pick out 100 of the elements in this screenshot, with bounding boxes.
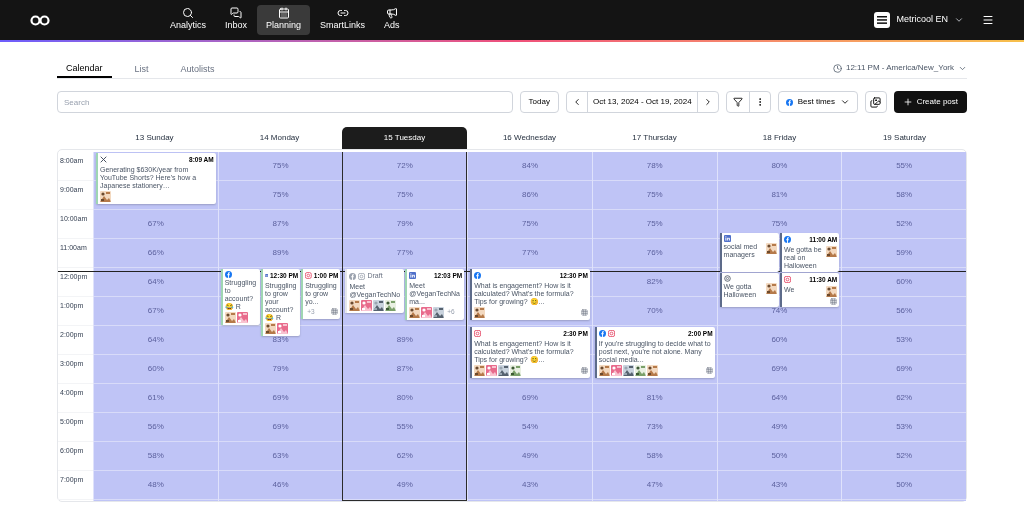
best-time-score: 81% (771, 189, 788, 201)
best-time-score: 69% (896, 363, 913, 375)
day-header[interactable]: 14 Monday (217, 127, 342, 149)
best-time-score: 82% (646, 276, 663, 288)
nav-item[interactable]: Analytics (161, 5, 215, 35)
best-time-score: 87% (396, 363, 413, 375)
facebook-icon (224, 271, 232, 278)
best-time-score: 49% (771, 421, 788, 433)
instagram-icon (783, 276, 791, 284)
nav-item[interactable]: Inbox (216, 5, 257, 35)
best-time-score: 49% (396, 479, 413, 491)
best-time-score: 75% (522, 218, 538, 230)
best-time-score: 54% (522, 421, 538, 433)
search-field[interactable]: Search (57, 91, 513, 113)
best-times-dropdown[interactable]: Best times (777, 91, 858, 113)
facebook-icon (783, 236, 791, 244)
infinity-logo-icon (30, 14, 50, 26)
linkedin-icon (264, 272, 268, 280)
magnifier-icon (182, 7, 194, 20)
best-time-score: 75% (646, 189, 663, 201)
linkedin-icon (723, 235, 731, 242)
best-time-score: 78% (646, 160, 663, 172)
best-time-score: 56% (896, 305, 913, 317)
day-header[interactable]: 15 Tuesday (342, 127, 467, 149)
today-button[interactable]: Today (519, 91, 559, 113)
date-range: Oct 13, 2024 - Oct 19, 2024 (591, 96, 693, 108)
best-time-score: 64% (147, 276, 164, 288)
day-header[interactable]: 18 Friday (717, 127, 842, 149)
best-time-score: 69% (272, 392, 289, 404)
chevron-down-icon (840, 97, 850, 107)
best-time-score: 77% (396, 247, 413, 259)
best-time-score: 83% (272, 334, 289, 346)
best-time-score: 49% (522, 450, 538, 462)
linkedin-icon (409, 272, 417, 280)
facebook-icon (785, 98, 793, 106)
best-time-score: 48% (147, 479, 164, 491)
best-time-score: 59% (896, 247, 913, 259)
best-time-score: 52% (896, 450, 913, 462)
best-time-score: 74% (771, 305, 788, 317)
best-time-score: 47% (646, 479, 663, 491)
best-time-score: 63% (272, 450, 289, 462)
best-time-score: 87% (272, 218, 289, 230)
best-time-score: 69% (522, 392, 538, 404)
best-time-score: 43% (522, 479, 538, 491)
best-time-score: 67% (147, 218, 164, 230)
menu-icon[interactable] (982, 14, 994, 26)
account-switcher[interactable]: Metricool EN (874, 12, 964, 28)
facebook-icon (598, 330, 606, 338)
media-gallery-button[interactable] (865, 91, 887, 113)
best-time-score: 55% (896, 160, 913, 172)
nav-item[interactable]: Planning (257, 5, 311, 35)
best-time-score: 53% (896, 421, 913, 433)
timezone-selector[interactable]: 12:11 PM - America/New_York (832, 62, 967, 74)
best-time-score: 86% (522, 189, 538, 201)
best-time-score: 60% (896, 276, 913, 288)
best-time-score: 64% (147, 334, 164, 346)
best-time-score: 60% (147, 363, 164, 375)
threads-icon (723, 274, 731, 282)
calendar-icon (277, 7, 290, 20)
view-tab[interactable]: List (125, 61, 158, 78)
chat-bubbles-icon (230, 7, 243, 20)
best-time-score: 84% (522, 160, 538, 172)
best-time-score: 55% (396, 421, 413, 433)
best-time-score: 75% (272, 160, 289, 172)
nav-item[interactable]: SmartLinks (311, 5, 375, 35)
view-tab[interactable]: Autolists (171, 61, 224, 78)
best-time-score: 75% (646, 218, 663, 230)
best-time-score: 72% (396, 160, 413, 172)
instagram-icon (474, 330, 482, 338)
x-icon (100, 156, 107, 164)
best-time-score: 53% (896, 334, 913, 346)
best-time-score: 50% (896, 479, 913, 491)
best-time-score: 56% (147, 421, 164, 433)
best-time-score: 69% (771, 363, 788, 375)
best-time-score: 75% (771, 218, 788, 230)
best-time-score: 58% (896, 189, 913, 201)
best-time-score: 75% (396, 189, 413, 201)
megaphone-icon (385, 7, 398, 20)
best-time-score: 89% (396, 334, 413, 346)
best-time-score: 50% (771, 450, 788, 462)
account-logo-icon (874, 12, 891, 28)
day-header[interactable]: 17 Thursday (592, 127, 717, 149)
best-time-score: 81% (646, 392, 663, 404)
chevron-down-icon (954, 15, 964, 25)
best-time-score: 79% (272, 363, 289, 375)
clock-icon (832, 63, 842, 73)
view-tab[interactable]: Calendar (57, 61, 112, 78)
images-icon (870, 96, 882, 108)
instagram-icon (305, 272, 312, 280)
create-post-button[interactable]: Create post (893, 91, 967, 113)
best-time-score: 77% (522, 247, 538, 259)
day-header[interactable]: 16 Wednesday (467, 127, 592, 149)
best-time-score: 70% (646, 305, 663, 317)
best-time-score: 46% (272, 479, 289, 491)
instagram-icon (358, 272, 366, 280)
day-header[interactable]: 13 Sunday (92, 127, 217, 149)
best-time-score: 58% (646, 450, 663, 462)
instagram-icon (607, 330, 615, 338)
nav-item[interactable]: Ads (375, 5, 409, 35)
day-header[interactable]: 19 Saturday (842, 127, 967, 149)
